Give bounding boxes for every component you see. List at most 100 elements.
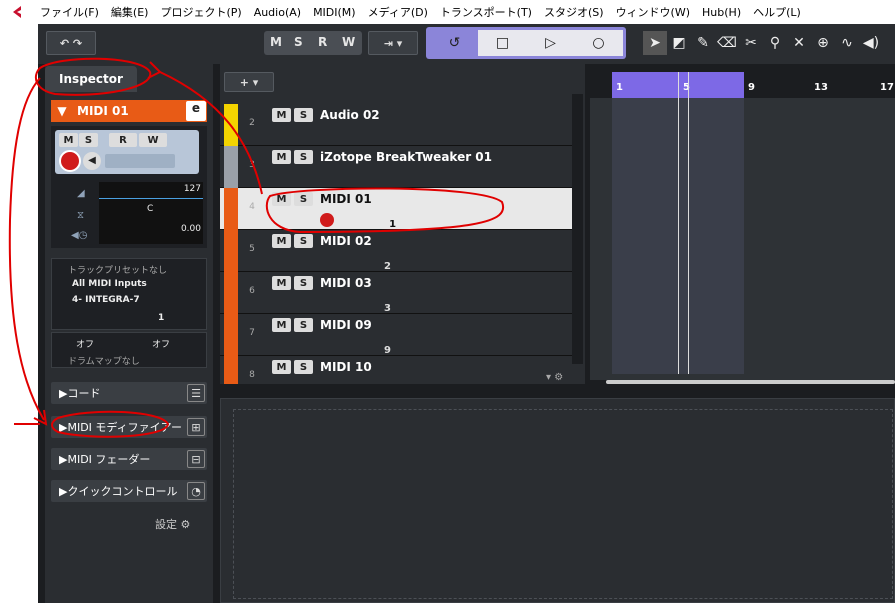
track-state-buttons: M S R W [264,31,362,55]
chord-section-icon[interactable]: ☰ [187,384,205,402]
program-select[interactable]: オフ [152,337,170,350]
speaker-tool-icon[interactable]: ◀) [859,31,883,55]
track-solo-button[interactable]: S [294,192,313,206]
menu-file[interactable]: ファイル(F) [34,4,105,20]
eraser-tool-icon[interactable]: ⌫ [715,31,739,55]
track-mute-button[interactable]: M [272,150,291,164]
track-row[interactable]: 7 M S MIDI 09 9 [220,314,572,356]
track-midi-channel[interactable]: 9 [384,345,391,356]
edit-instrument-icon[interactable]: e [186,101,206,121]
pointer-tool-icon[interactable]: ➤ [643,31,667,55]
track-solo-button[interactable]: S [294,360,313,374]
pencil-tool-icon[interactable]: ✎ [691,31,715,55]
track-name[interactable]: iZotope BreakTweaker 01 [320,150,492,164]
midi-channel[interactable]: 1 [158,313,164,323]
undo-redo-button[interactable]: ↶ ↷ [46,31,96,55]
horizontal-scrollbar[interactable] [606,380,895,384]
input-routing[interactable]: All MIDI Inputs [72,279,147,289]
track-solo-button[interactable]: S [294,108,313,122]
track-midi-channel[interactable]: 3 [384,303,391,314]
track-mute-button[interactable]: M [272,360,291,374]
play-icon[interactable]: ▷ [526,30,575,56]
track-row[interactable]: 3 M S iZotope BreakTweaker 01 [220,146,572,188]
menu-midi[interactable]: MIDI(M) [307,6,362,19]
inspector-panel: Inspector ▼ MIDI 01 e M S R W ◀ 127 C 0.… [45,64,213,603]
toolbar-read-button[interactable]: R [318,35,327,49]
menu-edit[interactable]: 編集(E) [105,4,155,20]
track-name[interactable]: MIDI 09 [320,318,372,332]
track-mute-button[interactable]: M [272,234,291,248]
settings-link[interactable]: 設定 ⚙ [155,516,190,532]
menu-window[interactable]: ウィンドウ(W) [610,4,696,20]
section-chord[interactable]: ▶ コード ☰ [51,382,207,404]
volume-fader[interactable] [99,198,203,199]
glue-tool-icon[interactable]: ⚲ [763,31,787,55]
track-row[interactable]: 2 M S Audio 02 [220,104,572,146]
output-routing[interactable]: 4- INTEGRA-7 [72,295,140,305]
toolbar-mute-button[interactable]: M [270,35,282,49]
track-row[interactable]: 5 M S MIDI 02 2 [220,230,572,272]
section-quick-controls[interactable]: ▶ クイックコントロール ◔ [51,480,207,502]
track-midi-channel[interactable]: 1 [389,219,396,230]
menu-project[interactable]: プロジェクト(P) [154,4,247,20]
section-midi-modifiers[interactable]: ▶ MIDI モディファイアー ⊞ [51,416,207,438]
track-row[interactable]: 6 M S MIDI 03 3 [220,272,572,314]
range-tool-icon[interactable]: ◩ [667,31,691,55]
track-name[interactable]: MIDI 01 [320,192,372,206]
inspector-track-header[interactable]: ▼ MIDI 01 e [51,100,207,122]
record-icon[interactable]: ○ [574,30,623,56]
inspector-solo-button[interactable]: S [79,133,98,147]
record-enable-icon[interactable] [320,213,334,227]
track-name[interactable]: Audio 02 [320,108,380,122]
menu-audio[interactable]: Audio(A) [248,6,307,19]
inspector-mute-button[interactable]: M [59,133,78,147]
track-solo-button[interactable]: S [294,150,313,164]
arrange-area[interactable]: 1 5 9 13 17 [590,72,895,384]
cycle-icon[interactable]: ↺ [430,30,479,56]
track-name[interactable]: MIDI 02 [320,234,372,248]
bank-select[interactable]: オフ [76,337,94,350]
inspector-read-button[interactable]: R [109,133,137,147]
track-row-selected[interactable]: 4 M S MIDI 01 1 [220,188,572,230]
menu-hub[interactable]: Hub(H) [696,6,747,19]
record-enable-icon[interactable] [59,150,81,172]
track-mute-button[interactable]: M [272,108,291,122]
menu-studio[interactable]: スタジオ(S) [538,4,610,20]
menu-media[interactable]: メディア(D) [362,4,434,20]
midi-fader-icon[interactable]: ⊟ [187,450,205,468]
track-mute-button[interactable]: M [272,318,291,332]
preset-label[interactable]: トラックプリセットなし [68,263,167,276]
track-row[interactable]: 8 M S MIDI 10 [220,356,572,384]
midi-modifiers-icon[interactable]: ⊞ [187,418,205,436]
track-list-settings-icon[interactable]: ▾ ⚙ [546,372,563,383]
add-track-button[interactable]: + ▾ [224,72,274,92]
monitor-icon[interactable]: ◀ [83,152,101,170]
section-midi-fader[interactable]: ▶ MIDI フェーダー ⊟ [51,448,207,470]
toolbar-solo-button[interactable]: S [294,35,303,49]
track-solo-button[interactable]: S [294,276,313,290]
zoom-tool-icon[interactable]: ⊕ [811,31,835,55]
stop-icon[interactable]: □ [478,30,527,56]
toolbar-write-button[interactable]: W [342,35,355,49]
quick-controls-icon[interactable]: ◔ [187,482,205,500]
inspector-write-button[interactable]: W [139,133,167,147]
track-mute-button[interactable]: M [272,192,291,206]
menu-help[interactable]: ヘルプ(L) [747,4,807,20]
track-name[interactable]: MIDI 03 [320,276,372,290]
track-name[interactable]: MIDI 10 [320,360,372,374]
track-solo-button[interactable]: S [294,234,313,248]
inspector-tab[interactable]: Inspector [45,66,137,92]
ruler[interactable]: 1 5 9 13 17 [590,72,895,98]
track-list-scrollbar[interactable] [572,94,583,364]
inspector-track-name: MIDI 01 [77,104,129,118]
track-midi-channel[interactable]: 2 [384,261,391,272]
line-tool-icon[interactable]: ∿ [835,31,859,55]
drummap-select[interactable]: ドラムマップなし [68,354,140,367]
mute-tool-icon[interactable]: ✕ [787,31,811,55]
menu-transport[interactable]: トランスポート(T) [434,4,538,20]
track-mute-button[interactable]: M [272,276,291,290]
scissors-tool-icon[interactable]: ✂ [739,31,763,55]
collapse-icon[interactable]: ▼ [51,104,73,118]
snap-mode-button[interactable]: ⇥ ▾ [368,31,418,55]
track-solo-button[interactable]: S [294,318,313,332]
